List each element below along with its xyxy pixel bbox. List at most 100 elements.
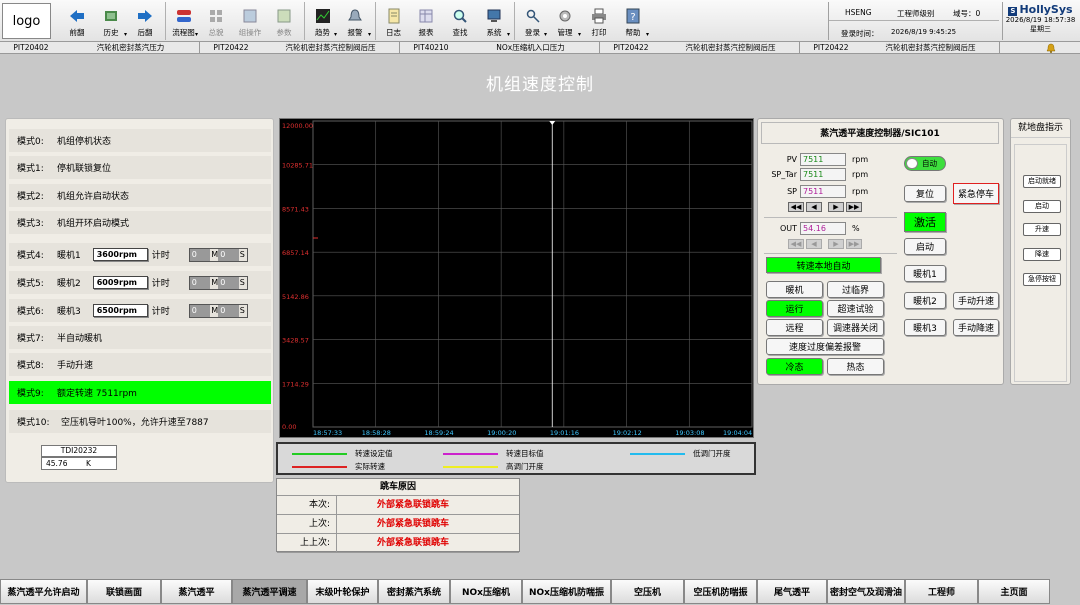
toolbar-label: 后翻	[137, 28, 153, 37]
warm-status: 暖机	[766, 281, 823, 298]
flowchart-icon	[176, 8, 192, 24]
activate-button[interactable]: 激活	[904, 212, 946, 232]
nav-button[interactable]: NOx压缩机防喘振	[522, 579, 611, 604]
dropdown-arrow-icon[interactable]: ▾	[646, 31, 649, 38]
toolbar-printer-button[interactable]: 打印	[582, 2, 616, 40]
toolbar-log-button[interactable]: 日志	[375, 2, 409, 40]
dropdown-arrow-icon[interactable]: ▾	[334, 31, 337, 38]
mode-text: 额定转速 7511rpm	[57, 389, 137, 399]
nav-button[interactable]: 联锁画面	[87, 579, 161, 604]
toolbar-parameter-button[interactable]: 参数	[267, 2, 301, 40]
ticker-desc: NOx压缩机入口压力	[496, 43, 565, 52]
warm2-button[interactable]: 暖机2	[904, 292, 946, 309]
toolbar-key-button[interactable]: 登录 ▾	[514, 2, 548, 40]
nav-button[interactable]: 空压机	[611, 579, 684, 604]
logo: logo	[2, 3, 51, 39]
mode-speed-value[interactable]: 6009rpm	[92, 276, 148, 289]
ticker-item[interactable]: PIT20402 汽轮机密封蒸汽压力	[0, 42, 200, 53]
speed-trend-chart[interactable]: 12000.00 10285.71 8571.43 6857.14 5142.86 342…	[279, 118, 754, 438]
legend-item: 高调门开度	[443, 461, 544, 472]
mode-row: 模式8: 手动升速	[9, 353, 271, 376]
y-tick-label: 5142.86	[282, 293, 309, 301]
dropdown-arrow-icon[interactable]: ▾	[507, 31, 510, 38]
toolbar-alarm-button[interactable]: 报警 ▾	[338, 2, 372, 40]
emergency-stop-button[interactable]: 紧急停车	[953, 183, 999, 204]
history-icon	[103, 8, 119, 24]
toolbar-flowchart-button[interactable]: 流程图 ▾	[165, 2, 199, 40]
out-fast-up-button[interactable]: ▶▶	[846, 239, 862, 249]
sp-down-button[interactable]: ◀	[806, 202, 822, 212]
dropdown-arrow-icon[interactable]: ▾	[578, 31, 581, 38]
search-icon	[452, 8, 468, 24]
toolbar-arrow-right-button[interactable]: 后翻	[128, 2, 162, 40]
sp-fast-up-button[interactable]: ▶▶	[846, 202, 862, 212]
toolbar-report-button[interactable]: 报表	[409, 2, 443, 40]
out-up-button[interactable]: ▶	[828, 239, 844, 249]
reset-button[interactable]: 复位	[904, 185, 946, 202]
nav-button[interactable]: NOx压缩机	[450, 579, 522, 604]
ticker-item[interactable]: PIT20422 汽轮机密封蒸汽控制阀后压	[600, 42, 800, 53]
warm1-button[interactable]: 暖机1	[904, 265, 946, 282]
legend-swatch	[443, 465, 498, 468]
nav-button[interactable]: 尾气透平	[757, 579, 827, 604]
controller-title: 蒸汽透平速度控制器/SIC101	[761, 122, 999, 144]
toolbar-help-button[interactable]: ? 帮助 ▾	[616, 2, 650, 40]
toolbar-gear-button[interactable]: 管理 ▾	[548, 2, 582, 40]
mode-speed-value[interactable]: 3600rpm	[92, 248, 148, 261]
dropdown-arrow-icon[interactable]: ▾	[195, 31, 198, 38]
nav-button[interactable]: 密封空气及润滑油	[827, 579, 905, 604]
nav-button[interactable]: 蒸汽透平调速	[232, 579, 307, 604]
speed-controller-panel: 蒸汽透平速度控制器/SIC101 PV 7511 rpm SP_Tar 7511…	[757, 118, 1004, 385]
nav-button[interactable]: 工程师	[905, 579, 978, 604]
ticker-bell-icon[interactable]	[1046, 43, 1056, 53]
ticker-item[interactable]: PIT40210 NOx压缩机入口压力	[400, 42, 600, 53]
mode-id: 模式6:	[17, 307, 44, 317]
nav-button[interactable]: 蒸汽透平	[161, 579, 232, 604]
dropdown-arrow-icon[interactable]: ▾	[544, 31, 547, 38]
toolbar-system-button[interactable]: 系统 ▾	[477, 2, 511, 40]
nav-button[interactable]: 空压机防喘振	[684, 579, 757, 604]
speed-deviation-alarm: 速度过度偏差报警	[766, 338, 884, 355]
ticker-item[interactable]: PIT20422 汽轮机密封蒸汽控制阀后压	[800, 42, 1000, 53]
toolbar-trend-button[interactable]: 趋势 ▾	[304, 2, 338, 40]
warm3-button[interactable]: 暖机3	[904, 319, 946, 336]
nav-button[interactable]: 蒸汽透平允许启动	[0, 579, 87, 604]
out-value[interactable]: 54.16	[800, 222, 846, 235]
auto-toggle[interactable]: 自动	[904, 156, 946, 171]
toolbar-arrow-left-button[interactable]: 前翻	[60, 2, 94, 40]
local-indicator-lamp: 降速	[1023, 248, 1061, 261]
toolbar-search-button[interactable]: 查找	[443, 2, 477, 40]
toolbar-group-button[interactable]: 组操作	[233, 2, 267, 40]
local-panel-indicator: 就地盘指示 启动就绪 启动 升速 降速 急停按钮	[1010, 118, 1071, 385]
nav-button[interactable]: 主页面	[978, 579, 1050, 604]
sp-value[interactable]: 7511	[800, 185, 846, 198]
out-fast-down-button[interactable]: ◀◀	[788, 239, 804, 249]
trip-row: 上上次: 外部紧急联锁跳车	[277, 534, 519, 553]
sp-up-button[interactable]: ▶	[828, 202, 844, 212]
toolbar-label: 总貌	[208, 28, 224, 37]
y-tick-label: 1714.29	[282, 380, 309, 388]
nav-button[interactable]: 密封蒸汽系统	[378, 579, 450, 604]
timer-label: 计时	[151, 251, 170, 261]
out-down-button[interactable]: ◀	[806, 239, 822, 249]
mode-speed-value[interactable]: 6500rpm	[92, 304, 148, 317]
dropdown-arrow-icon[interactable]: ▾	[124, 31, 127, 38]
timer-seconds-unit: S	[238, 276, 247, 289]
manual-speed-up-button[interactable]: 手动升速	[953, 292, 999, 309]
mode-row: 模式6: 暖机3 6500rpm 计时 0 M 0 S	[9, 299, 271, 322]
start-button[interactable]: 启动	[904, 238, 946, 255]
toolbar-history-button[interactable]: 历史 ▾	[94, 2, 128, 40]
y-tick-label: 8571.43	[282, 205, 309, 213]
dropdown-arrow-icon[interactable]: ▾	[368, 31, 371, 38]
toolbar-overview-button[interactable]: 总貌	[199, 2, 233, 40]
manual-speed-down-button[interactable]: 手动降速	[953, 319, 999, 336]
local-panel-title: 就地盘指示	[1011, 119, 1070, 138]
toolbar-label: 系统	[486, 28, 502, 37]
sp-fast-down-button[interactable]: ◀◀	[788, 202, 804, 212]
mode-row: 模式4: 暖机1 3600rpm 计时 0 M 0 S	[9, 243, 271, 266]
legend-label: 低调门开度	[693, 449, 731, 458]
log-icon	[386, 8, 402, 24]
ticker-tag: PIT40210	[413, 43, 449, 52]
nav-button[interactable]: 末级叶轮保护	[307, 579, 378, 604]
ticker-item[interactable]: PIT20422 汽轮机密封蒸汽控制阀后压	[200, 42, 400, 53]
